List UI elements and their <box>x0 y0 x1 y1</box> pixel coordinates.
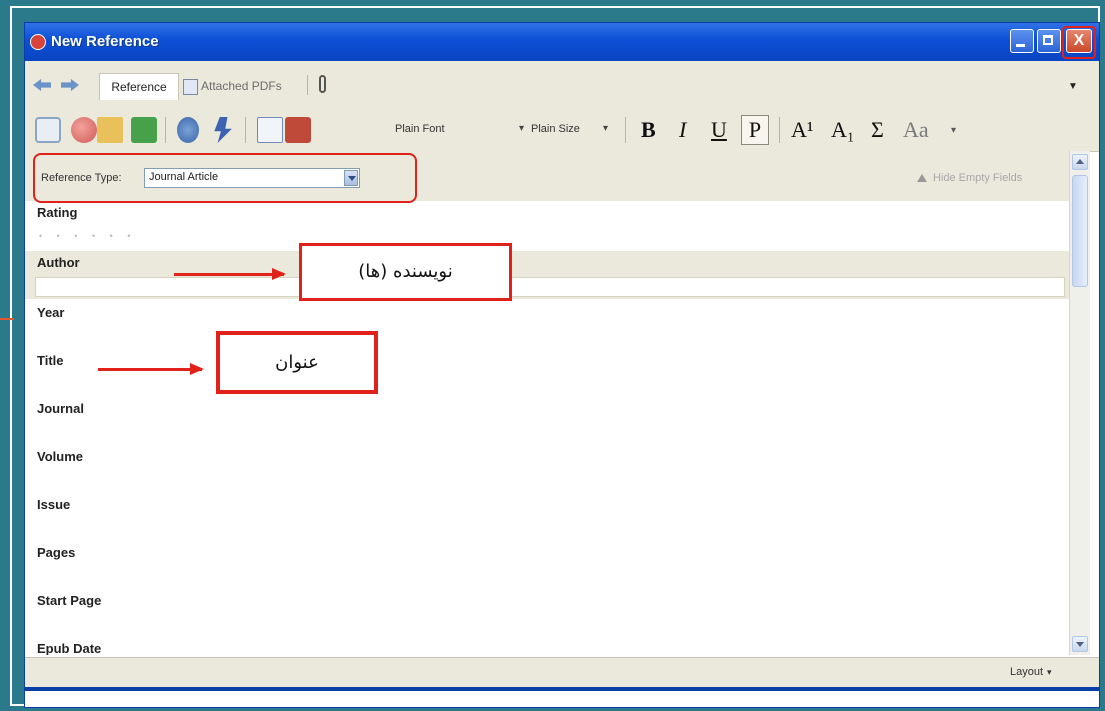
folder-icon[interactable] <box>97 117 123 143</box>
field-issue[interactable]: Issue <box>25 493 1069 541</box>
forward-arrow-icon[interactable] <box>61 79 79 91</box>
tab-reference[interactable]: Reference <box>99 73 179 100</box>
scroll-down-icon[interactable] <box>1072 636 1088 652</box>
rating-stars[interactable]: • • • • • • <box>39 231 136 241</box>
author-pointer-arrow <box>174 268 286 280</box>
globe-icon[interactable] <box>71 117 97 143</box>
list-icon[interactable] <box>257 117 283 143</box>
field-start-page[interactable]: Start Page <box>25 589 1069 637</box>
hide-empty-fields-label: Hide Empty Fields <box>933 172 1023 184</box>
field-label-start-page: Start Page <box>37 593 102 608</box>
tab-attached-pdfs[interactable]: Attached PDFs <box>183 73 282 99</box>
field-label-epub-date: Epub Date <box>37 641 102 655</box>
title-pointer-arrow <box>98 363 204 375</box>
field-label-pages: Pages <box>37 545 76 560</box>
reference-type-bar: Reference Type: Journal Article Hide Emp… <box>25 151 1069 203</box>
refresh-icon[interactable] <box>35 117 61 143</box>
layout-dropdown-icon: ▾ <box>1047 667 1052 677</box>
tab-attached-pdfs-label: Attached PDFs <box>201 79 282 93</box>
field-pages[interactable]: Pages <box>25 541 1069 589</box>
tab-divider <box>307 75 308 95</box>
field-label-issue: Issue <box>37 497 71 512</box>
italic-button[interactable]: I <box>679 117 686 143</box>
new-reference-window: New Reference X Reference Attached PDFs … <box>24 22 1100 708</box>
hide-empty-fields-button[interactable]: Hide Empty Fields <box>917 172 1022 184</box>
author-annotation: نویسنده (ها) <box>299 243 512 301</box>
close-button-highlight <box>1062 26 1096 59</box>
field-label-author: Author <box>37 255 80 270</box>
reference-fields-panel: Reference Type: Journal Article Hide Emp… <box>25 151 1069 655</box>
plain-text-button[interactable]: P <box>741 115 769 145</box>
overflow-menu-icon[interactable]: ▼ <box>1068 81 1078 92</box>
checkmark-icon[interactable] <box>131 117 157 143</box>
field-label-rating: Rating <box>37 205 78 220</box>
layout-button[interactable]: Layout ▾ <box>1010 666 1052 678</box>
toolbar-divider <box>779 117 780 143</box>
field-label-title: Title <box>37 353 64 368</box>
endnote-app-icon <box>30 34 46 50</box>
case-dropdown-icon[interactable]: ▾ <box>951 125 956 136</box>
field-epub-date[interactable]: Epub Date <box>25 637 1069 655</box>
back-arrow-icon[interactable] <box>33 79 51 91</box>
field-label-volume: Volume <box>37 449 83 464</box>
field-title[interactable]: Title <box>25 349 1069 397</box>
window-title: New Reference <box>51 33 159 50</box>
symbol-button[interactable]: Σ <box>871 117 884 143</box>
reference-type-highlight <box>33 153 417 203</box>
status-bar: Layout ▾ <box>25 657 1099 688</box>
find-icon[interactable] <box>177 117 199 143</box>
field-rating[interactable]: Rating • • • • • • <box>25 201 1069 251</box>
pin-icon[interactable] <box>214 117 232 143</box>
scroll-up-icon[interactable] <box>1072 154 1088 170</box>
minimize-button[interactable] <box>1010 29 1034 53</box>
size-select[interactable]: Plain Size <box>531 123 580 135</box>
font-select[interactable]: Plain Font <box>395 123 445 135</box>
subscript-button[interactable]: A₁ <box>831 117 855 143</box>
author-input[interactable] <box>35 277 1065 297</box>
window-bottom-border <box>25 687 1099 691</box>
formatting-toolbar: Plain Font ▾ Plain Size ▾ B I U P A¹ A₁ … <box>25 109 1099 152</box>
size-dropdown-icon[interactable]: ▾ <box>603 123 608 134</box>
maximize-button[interactable] <box>1037 29 1061 53</box>
field-label-year: Year <box>37 305 65 320</box>
arrow-up-icon <box>917 174 927 183</box>
layout-label: Layout <box>1010 666 1044 678</box>
toolbar-divider <box>245 117 246 143</box>
title-annotation: عنوان <box>216 331 378 394</box>
field-year[interactable]: Year <box>25 301 1069 349</box>
field-label-journal: Journal <box>37 401 84 416</box>
field-volume[interactable]: Volume <box>25 445 1069 493</box>
bold-button[interactable]: B <box>641 117 656 143</box>
attach-file-icon[interactable] <box>285 117 311 143</box>
toolbar-divider <box>625 117 626 143</box>
paperclip-icon[interactable] <box>319 75 326 93</box>
title-bar[interactable]: New Reference X <box>25 23 1099 61</box>
toolbar-divider <box>165 117 166 143</box>
change-case-button[interactable]: Aa <box>903 117 929 143</box>
font-dropdown-icon[interactable]: ▾ <box>519 123 524 134</box>
tab-bar: Reference Attached PDFs ▼ <box>25 61 1099 110</box>
pdf-icon <box>183 78 198 95</box>
vertical-scrollbar[interactable] <box>1069 151 1090 655</box>
superscript-button[interactable]: A¹ <box>791 117 813 143</box>
scroll-thumb[interactable] <box>1072 175 1088 287</box>
left-edge-marker <box>0 318 14 320</box>
underline-button[interactable]: U <box>711 117 727 143</box>
field-journal[interactable]: Journal <box>25 397 1069 445</box>
